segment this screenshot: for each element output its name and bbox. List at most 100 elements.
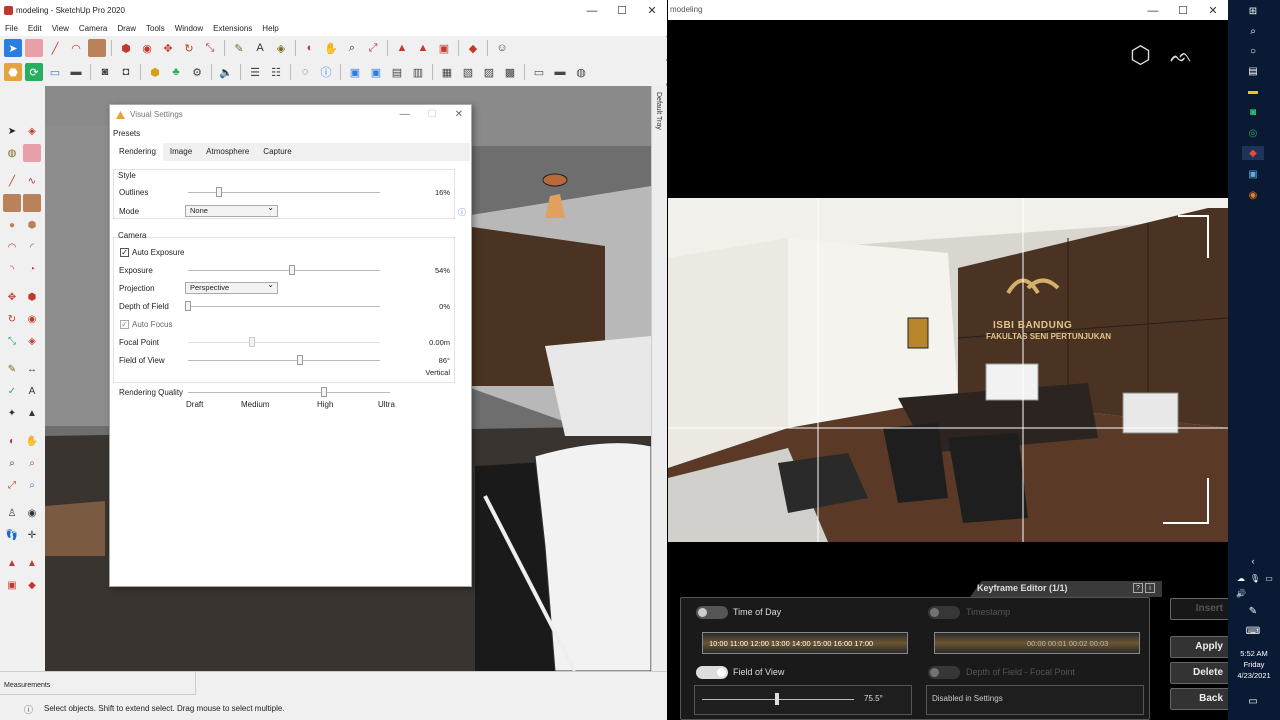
show-hidden-icons[interactable]: ‹ <box>1246 554 1260 568</box>
zoom-window-icon[interactable]: ⌕ <box>23 454 41 472</box>
arc-tool-icon[interactable]: ◠ <box>67 39 85 57</box>
axes-icon[interactable]: ✦ <box>3 404 21 422</box>
position-camera-icon[interactable]: ♙ <box>3 504 21 522</box>
export-panorama-icon[interactable]: ▣ <box>367 63 385 81</box>
select-icon[interactable]: ➤ <box>3 122 21 140</box>
fov-slider-handle[interactable] <box>297 355 303 365</box>
menu-view[interactable]: View <box>47 22 74 36</box>
scale-icon[interactable]: ⤡ <box>3 332 21 350</box>
delete-button[interactable]: Delete <box>1170 662 1230 684</box>
dialog-close-icon[interactable]: ✕ <box>455 105 463 125</box>
menu-edit[interactable]: Edit <box>23 22 47 36</box>
dimension-icon[interactable]: ↔ <box>23 360 41 378</box>
collaboration-icon[interactable]: ▬ <box>551 63 569 81</box>
app-green-icon[interactable]: ◎ <box>1246 126 1260 140</box>
account-icon[interactable]: ☺ <box>493 39 511 57</box>
focal-point-slider-track[interactable] <box>188 342 380 343</box>
exposure-slider-track[interactable] <box>188 270 380 271</box>
paint-bucket-icon[interactable]: ◈ <box>272 39 290 57</box>
feedback-icon[interactable]: ◌ <box>296 63 314 81</box>
arc-icon[interactable]: ◠ <box>3 238 21 256</box>
insert-button[interactable]: Insert <box>1170 598 1230 620</box>
camera-icon[interactable]: ◘ <box>117 63 135 81</box>
presets-label[interactable]: Presets <box>113 129 140 138</box>
upload-icon[interactable]: ▩ <box>501 63 519 81</box>
audio-icon[interactable]: 🔈 <box>217 63 235 81</box>
microphone-icon[interactable]: 🎙 <box>1248 571 1262 585</box>
follow-me-icon[interactable]: ◉ <box>138 39 156 57</box>
follow-me-left-icon[interactable]: ◉ <box>23 310 41 328</box>
view-cube-icon[interactable]: ⬡ <box>1130 42 1158 70</box>
rotate-icon[interactable]: ↻ <box>3 310 21 328</box>
pan-left-icon[interactable]: ✋ <box>23 432 41 450</box>
sketchup-taskbar-icon[interactable]: ◆ <box>1242 146 1264 160</box>
enscape-views-icon[interactable]: ▭ <box>46 63 64 81</box>
move-tool-icon[interactable]: ✥ <box>159 39 177 57</box>
touch-keyboard-icon[interactable]: ⌨ <box>1246 624 1260 638</box>
eraser-tool-icon[interactable] <box>25 39 43 57</box>
fov-mode[interactable]: Vertical <box>390 368 450 377</box>
text-icon[interactable]: A <box>23 382 41 400</box>
rect-icon[interactable] <box>3 194 21 212</box>
clock[interactable]: 5:52 AM Friday 4/23/2021 <box>1228 648 1280 681</box>
wings-icon[interactable]: ᨒ <box>1170 42 1206 70</box>
orbit-left-icon[interactable]: ◐ <box>3 432 21 450</box>
auto-exposure-checkbox[interactable]: ✓ <box>120 248 129 257</box>
render-queue-icon[interactable]: ▧ <box>459 63 477 81</box>
previous-view-icon[interactable]: ⌕ <box>23 476 41 494</box>
menu-window[interactable]: Window <box>170 22 208 36</box>
cortana-icon[interactable]: ○ <box>1246 44 1260 58</box>
search-icon[interactable]: ⌕ <box>1246 24 1260 38</box>
export-image-icon[interactable]: ▣ <box>346 63 364 81</box>
outlines-slider-handle[interactable] <box>215 187 222 197</box>
tape-icon[interactable]: ✎ <box>3 360 21 378</box>
material-editor-icon[interactable]: ♣ <box>167 63 185 81</box>
share-model-icon[interactable]: ▲ <box>23 554 41 572</box>
pen-icon[interactable]: ✎ <box>1246 604 1260 618</box>
rotate-tool-icon[interactable]: ↻ <box>180 39 198 57</box>
projection-dropdown[interactable]: Perspective <box>185 280 278 294</box>
pencil-icon[interactable]: ╱ <box>3 172 21 190</box>
scale-tool-icon[interactable]: ⤡ <box>201 39 219 57</box>
visual-settings-icon[interactable]: ☰ <box>246 63 264 81</box>
text-tool-icon[interactable]: A <box>251 39 269 57</box>
line-tool-icon[interactable]: ╱ <box>46 39 64 57</box>
export-exe-icon[interactable]: ▤ <box>388 63 406 81</box>
tab-atmosphere[interactable]: Atmosphere <box>199 143 256 161</box>
settings-icon[interactable]: ⚙ <box>188 63 206 81</box>
file-explorer-icon[interactable]: ▬ <box>1246 84 1260 98</box>
two-point-arc-icon[interactable]: ◜ <box>23 238 41 256</box>
offset-icon[interactable]: ◈ <box>23 332 41 350</box>
auto-focus-checkbox[interactable]: ✓ <box>120 320 129 329</box>
extension-left-icon[interactable]: ◆ <box>23 576 41 594</box>
chrome-icon[interactable]: ◉ <box>1246 188 1260 202</box>
3d-text-icon[interactable]: ▲ <box>23 404 41 422</box>
enscape-taskbar-icon[interactable]: ▣ <box>1246 167 1260 181</box>
make-component-icon[interactable]: ◈ <box>23 122 41 140</box>
menu-file[interactable]: File <box>0 22 23 36</box>
quality-slider-track[interactable] <box>188 392 390 393</box>
enscape-sync-icon[interactable]: ⟳ <box>25 63 43 81</box>
quality-ultra[interactable]: Ultra <box>378 400 395 409</box>
three-point-arc-icon[interactable]: ◝ <box>3 260 21 278</box>
mode-dropdown[interactable]: None <box>185 203 278 217</box>
pan-icon[interactable]: ✋ <box>322 39 340 57</box>
focal-point-slider-handle[interactable] <box>249 337 255 347</box>
tab-rendering[interactable]: Rendering <box>112 143 163 161</box>
layout-icon[interactable]: ▣ <box>435 39 453 57</box>
exposure-slider-handle[interactable] <box>288 265 295 275</box>
walk-icon[interactable]: 👣 <box>3 526 21 544</box>
network-icon[interactable]: ☁ <box>1234 571 1248 585</box>
keyframe-help-icon[interactable]: ? <box>1133 583 1143 593</box>
keyboard-icon[interactable]: ▭ <box>1262 571 1276 585</box>
dialog-minimize-icon[interactable]: — <box>400 105 410 125</box>
rectangle-tool-icon[interactable] <box>88 39 106 57</box>
render-close-icon[interactable]: ✕ <box>1198 0 1228 22</box>
push-pull-left-icon[interactable]: ⬢ <box>23 288 41 306</box>
zoom-icon[interactable]: ⌕ <box>343 39 361 57</box>
render-minimize-icon[interactable]: — <box>1138 0 1168 22</box>
web-standalone-icon[interactable]: ◍ <box>572 63 590 81</box>
timestamp-toggle[interactable] <box>928 606 960 619</box>
quality-high[interactable]: High <box>317 400 333 409</box>
timestamp-timeline[interactable]: 00:00 00:01 00:02 00:03 <box>934 632 1140 654</box>
